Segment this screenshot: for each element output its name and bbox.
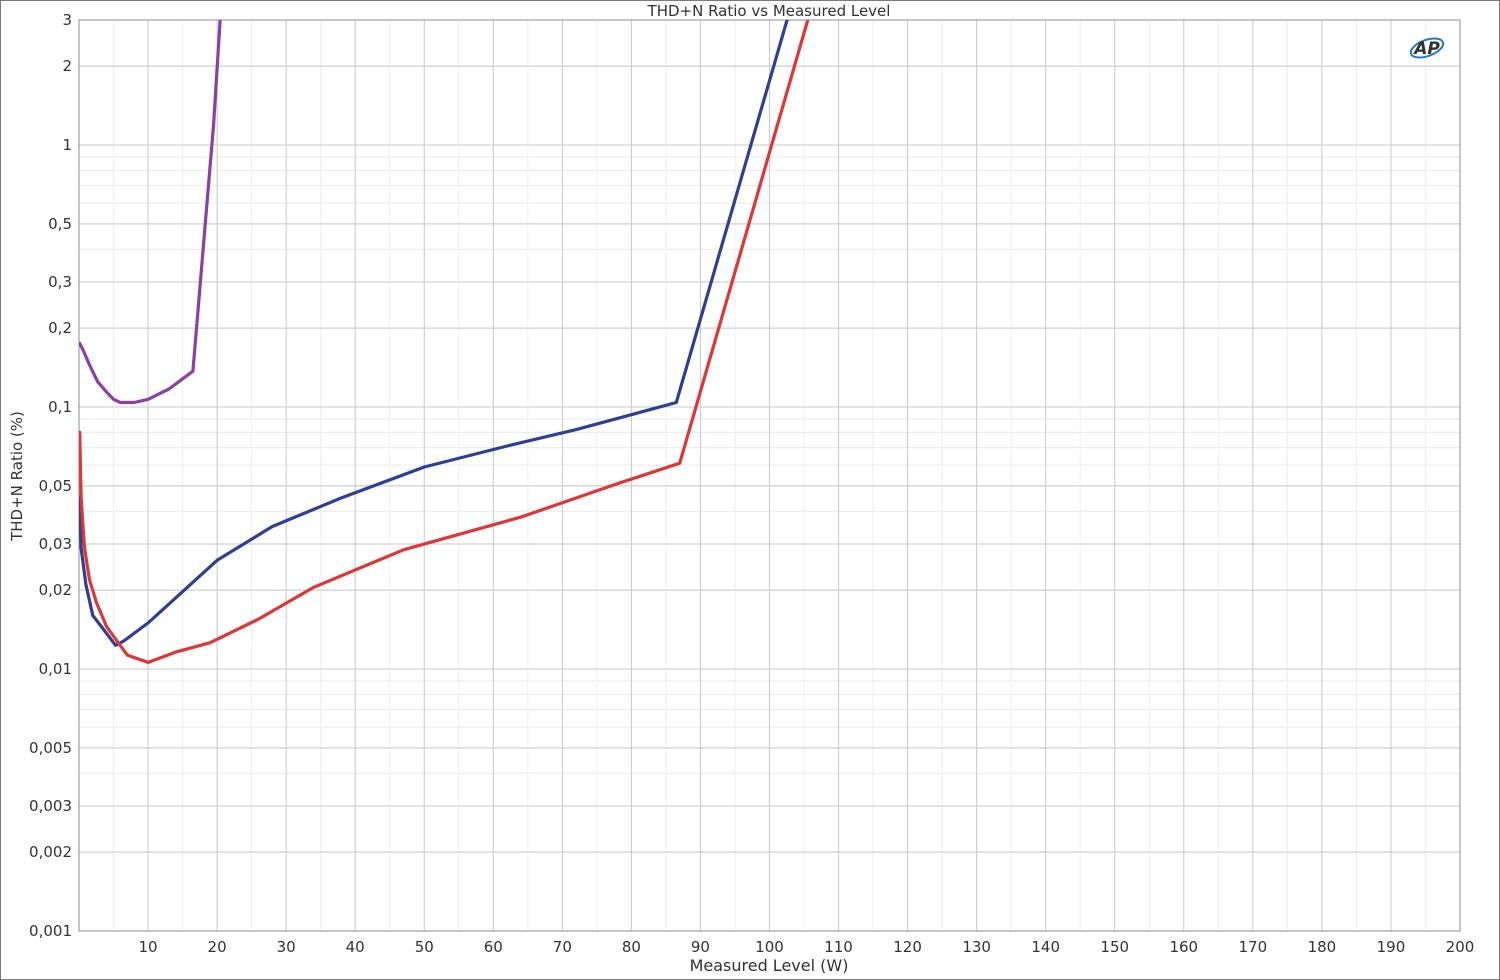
y-tick-label: 0,005 xyxy=(29,739,72,757)
y-tick-label: 2 xyxy=(62,57,72,75)
x-tick-label: 90 xyxy=(691,938,710,956)
x-axis-label: Measured Level (W) xyxy=(690,956,849,975)
x-tick-label: 190 xyxy=(1377,938,1406,956)
y-tick-label: 0,3 xyxy=(48,273,72,291)
x-tick-label: 40 xyxy=(346,938,365,956)
x-tick-label: 60 xyxy=(484,938,503,956)
y-tick-label: 0,002 xyxy=(29,843,72,861)
y-tick-label: 0,02 xyxy=(39,581,72,599)
y-tick-label: 0,003 xyxy=(29,797,72,815)
x-tick-label: 200 xyxy=(1446,938,1475,956)
thd-n-chart: THD+N Ratio vs Measured Level 3 2 1 0,5 0,3 0… xyxy=(0,0,1500,980)
x-tick-label: 20 xyxy=(208,938,227,956)
chart-title: THD+N Ratio vs Measured Level xyxy=(647,2,891,20)
y-tick-label: 3 xyxy=(62,11,72,29)
x-tick-label: 180 xyxy=(1308,938,1337,956)
y-tick-label: 1 xyxy=(62,136,72,154)
x-tick-label: 50 xyxy=(415,938,434,956)
x-tick-label: 70 xyxy=(553,938,572,956)
y-tick-label: 0,5 xyxy=(48,215,72,233)
x-tick-label: 120 xyxy=(893,938,922,956)
ap-logo-text: AP xyxy=(1412,39,1440,59)
x-tick-label: 100 xyxy=(755,938,784,956)
x-tick-label: 150 xyxy=(1100,938,1129,956)
y-tick-label: 0,001 xyxy=(29,922,72,940)
x-tick-label: 30 xyxy=(277,938,296,956)
x-tick-label: 110 xyxy=(824,938,853,956)
y-axis-label: THD+N Ratio (%) xyxy=(8,411,26,542)
x-tick-label: 80 xyxy=(622,938,641,956)
y-tick-label: 0,1 xyxy=(48,398,72,416)
y-tick-label: 0,05 xyxy=(39,477,72,495)
x-tick-label: 130 xyxy=(962,938,991,956)
y-tick-label: 0,2 xyxy=(48,319,72,337)
x-tick-label: 170 xyxy=(1239,938,1268,956)
x-tick-label: 10 xyxy=(139,938,158,956)
y-tick-label: 0,01 xyxy=(39,660,72,678)
x-tick-label: 140 xyxy=(1031,938,1060,956)
y-tick-label: 0,03 xyxy=(39,535,72,553)
x-tick-label: 160 xyxy=(1169,938,1198,956)
